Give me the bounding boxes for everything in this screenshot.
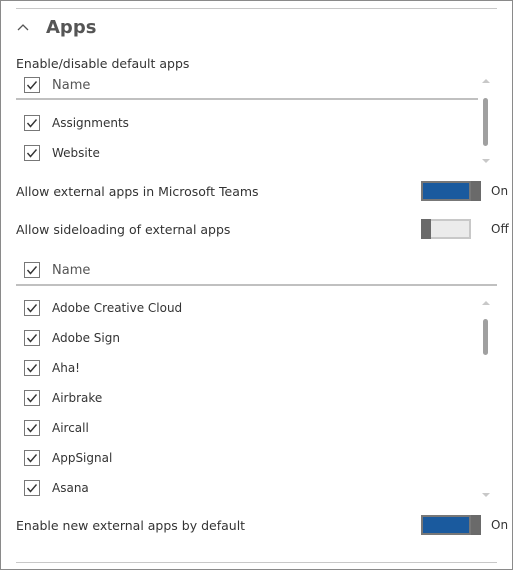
allow-sideloading-toggle[interactable]: Off <box>421 219 509 239</box>
item-checkbox[interactable] <box>24 145 40 161</box>
item-label: AppSignal <box>52 451 113 465</box>
list-item[interactable]: Aircall <box>24 418 89 438</box>
external-apps-scrollbar[interactable] <box>481 300 491 500</box>
item-label: Adobe Creative Cloud <box>52 301 183 315</box>
enable-new-apps-label: Enable new external apps by default <box>16 518 246 533</box>
default-apps-select-all[interactable]: Name <box>24 75 90 95</box>
toggle-track[interactable] <box>421 219 471 239</box>
toggle-track[interactable] <box>421 181 481 201</box>
enable-new-apps-toggle[interactable]: On <box>421 515 508 535</box>
item-label: Assignments <box>52 116 129 130</box>
check-icon <box>26 394 38 403</box>
default-apps-header-divider <box>16 98 478 100</box>
column-header-name[interactable]: Name <box>52 78 90 93</box>
check-icon <box>26 81 38 90</box>
external-apps-select-all[interactable]: Name <box>24 260 90 280</box>
list-item[interactable]: Aha! <box>24 358 80 378</box>
item-checkbox[interactable] <box>24 360 40 376</box>
check-icon <box>26 266 38 275</box>
bottom-divider <box>16 562 497 563</box>
allow-external-apps-label: Allow external apps in Microsoft Teams <box>16 184 259 199</box>
allow-sideloading-label: Allow sideloading of external apps <box>16 222 231 237</box>
scroll-thumb[interactable] <box>483 98 488 146</box>
item-checkbox[interactable] <box>24 480 40 496</box>
check-icon <box>26 119 38 128</box>
scroll-up-icon[interactable] <box>481 300 491 308</box>
apps-section-header[interactable]: Apps <box>16 12 96 42</box>
scroll-down-icon[interactable] <box>481 492 491 500</box>
toggle-state: Off <box>491 222 509 236</box>
check-icon <box>26 424 38 433</box>
allow-external-apps-toggle[interactable]: On <box>421 181 508 201</box>
item-label: Airbrake <box>52 391 103 405</box>
item-checkbox[interactable] <box>24 300 40 316</box>
item-checkbox[interactable] <box>24 115 40 131</box>
list-item[interactable]: AppSignal <box>24 448 112 468</box>
default-apps-scrollbar[interactable] <box>481 78 491 166</box>
scroll-up-icon[interactable] <box>481 78 491 86</box>
section-title: Apps <box>46 16 97 38</box>
toggle-state: On <box>491 518 509 532</box>
list-item[interactable]: Airbrake <box>24 388 102 408</box>
chevron-up-icon[interactable] <box>16 20 30 34</box>
check-icon <box>26 484 38 493</box>
check-icon <box>26 454 38 463</box>
list-item[interactable]: Asana <box>24 478 89 498</box>
column-header-name[interactable]: Name <box>52 263 90 278</box>
list-item[interactable]: Website <box>24 143 100 163</box>
item-checkbox[interactable] <box>24 330 40 346</box>
scroll-down-icon[interactable] <box>481 158 491 166</box>
scroll-thumb[interactable] <box>483 319 488 355</box>
select-all-checkbox[interactable] <box>24 262 40 278</box>
list-item[interactable]: Adobe Sign <box>24 328 120 348</box>
list-item[interactable]: Assignments <box>24 113 129 133</box>
item-label: Website <box>52 146 100 160</box>
top-divider <box>16 8 497 9</box>
select-all-checkbox[interactable] <box>24 77 40 93</box>
default-apps-label: Enable/disable default apps <box>16 56 190 71</box>
check-icon <box>26 304 38 313</box>
item-checkbox[interactable] <box>24 390 40 406</box>
toggle-knob[interactable] <box>471 515 481 535</box>
check-icon <box>26 364 38 373</box>
toggle-knob[interactable] <box>471 181 481 201</box>
item-label: Aircall <box>52 421 89 435</box>
item-label: Adobe Sign <box>52 331 120 345</box>
item-checkbox[interactable] <box>24 420 40 436</box>
external-apps-header-divider <box>16 284 497 286</box>
check-icon <box>26 149 38 158</box>
toggle-state: On <box>491 184 509 198</box>
toggle-knob[interactable] <box>421 219 431 239</box>
item-label: Asana <box>52 481 89 495</box>
check-icon <box>26 334 38 343</box>
item-label: Aha! <box>52 361 80 375</box>
list-item[interactable]: Adobe Creative Cloud <box>24 298 182 318</box>
toggle-track[interactable] <box>421 515 481 535</box>
item-checkbox[interactable] <box>24 450 40 466</box>
